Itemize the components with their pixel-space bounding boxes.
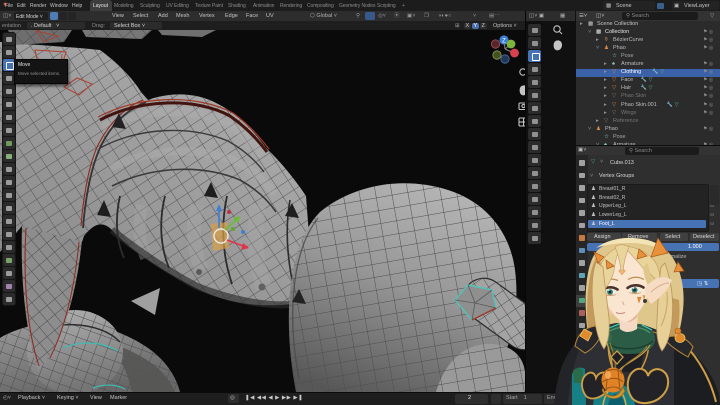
svg-text:Z: Z: [502, 39, 506, 45]
